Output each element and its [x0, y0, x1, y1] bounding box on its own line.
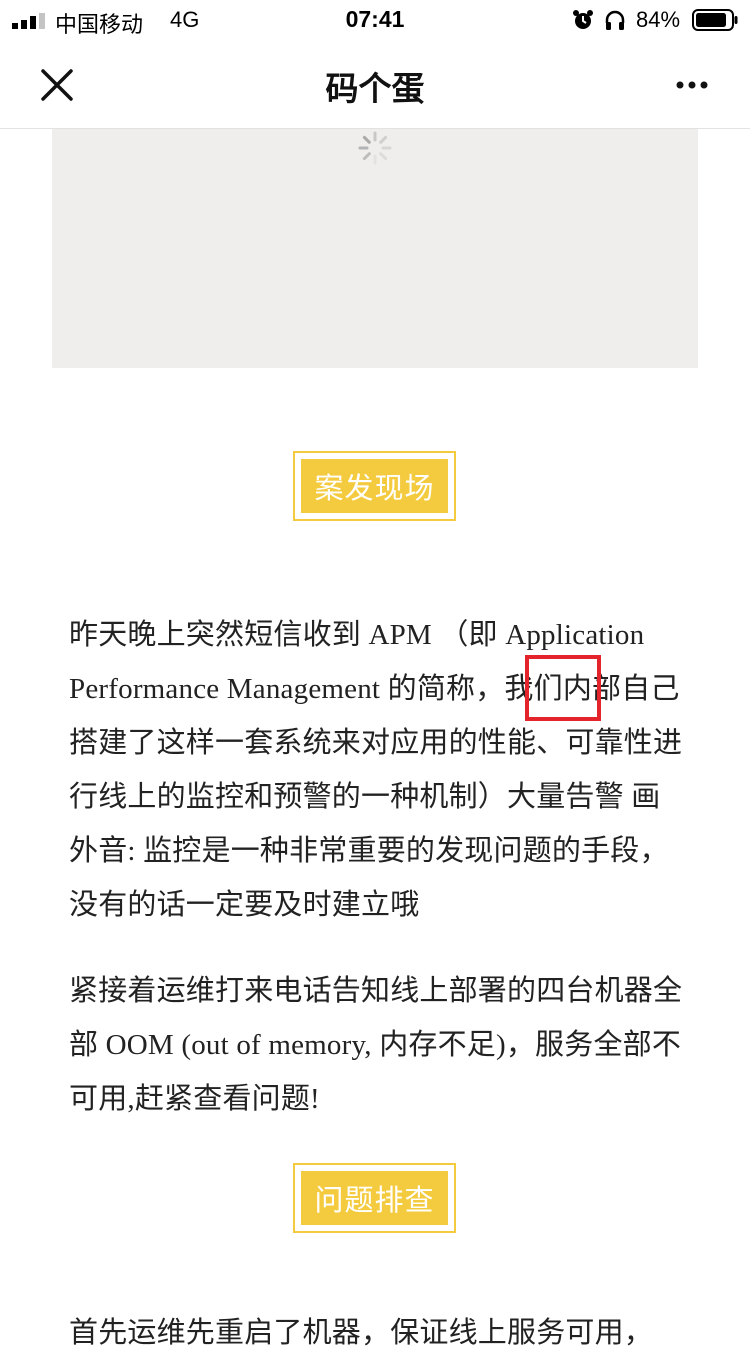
highlight-box	[525, 655, 601, 721]
headphones-icon	[605, 10, 625, 30]
alarm-icon	[573, 10, 593, 29]
status-bar: 中国移动 4G 07:41 84%	[0, 0, 750, 40]
section-heading-label: 案发现场	[301, 459, 448, 513]
nav-bar: 码个蛋	[0, 40, 750, 129]
article-image-placeholder	[52, 129, 698, 368]
section-heading-troubleshooting: 问题排查	[293, 1163, 456, 1233]
section-heading-scene: 案发现场	[293, 451, 456, 521]
page-title: 码个蛋	[325, 69, 425, 108]
loading-spinner-icon	[358, 131, 392, 165]
section-heading-label: 问题排查	[301, 1171, 448, 1225]
more-icon[interactable]	[668, 70, 716, 100]
article-paragraph-3: 首先运维先重启了机器，保证线上服务可用，	[69, 1317, 654, 1349]
article-paragraph-2: 紧接着运维打来电话告知线上部署的四台机器全部 OOM (out of memor…	[69, 975, 683, 1115]
battery-icon	[692, 9, 738, 31]
battery-percent: 84%	[636, 7, 681, 32]
